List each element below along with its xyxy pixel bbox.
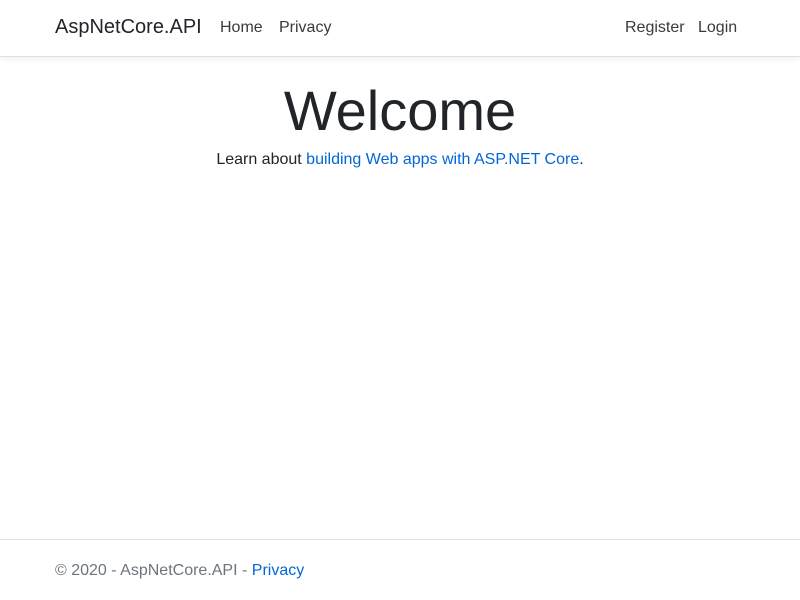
intro-paragraph: Learn about building Web apps with ASP.N… (0, 151, 800, 169)
brand-link[interactable]: AspNetCore.API (55, 16, 202, 39)
top-navbar: AspNetCore.API Home Privacy Register Log… (0, 0, 800, 57)
footer-text: © 2020 - AspNetCore.API - Privacy (55, 562, 304, 580)
intro-prefix: Learn about (216, 151, 307, 168)
login-link[interactable]: Login (698, 19, 737, 37)
nav-home-link[interactable]: Home (220, 19, 263, 37)
intro-suffix: . (579, 151, 584, 168)
footer-copyright: © 2020 - AspNetCore.API - (55, 562, 252, 579)
footer-privacy-link[interactable]: Privacy (252, 562, 304, 579)
aspnet-docs-link[interactable]: building Web apps with ASP.NET Core (306, 151, 579, 168)
page-title: Welcome (283, 79, 517, 142)
page-footer: © 2020 - AspNetCore.API - Privacy (0, 539, 800, 600)
register-link[interactable]: Register (625, 19, 685, 37)
main-content: Welcome Learn about building Web apps wi… (0, 57, 800, 539)
nav-privacy-link[interactable]: Privacy (279, 19, 331, 37)
